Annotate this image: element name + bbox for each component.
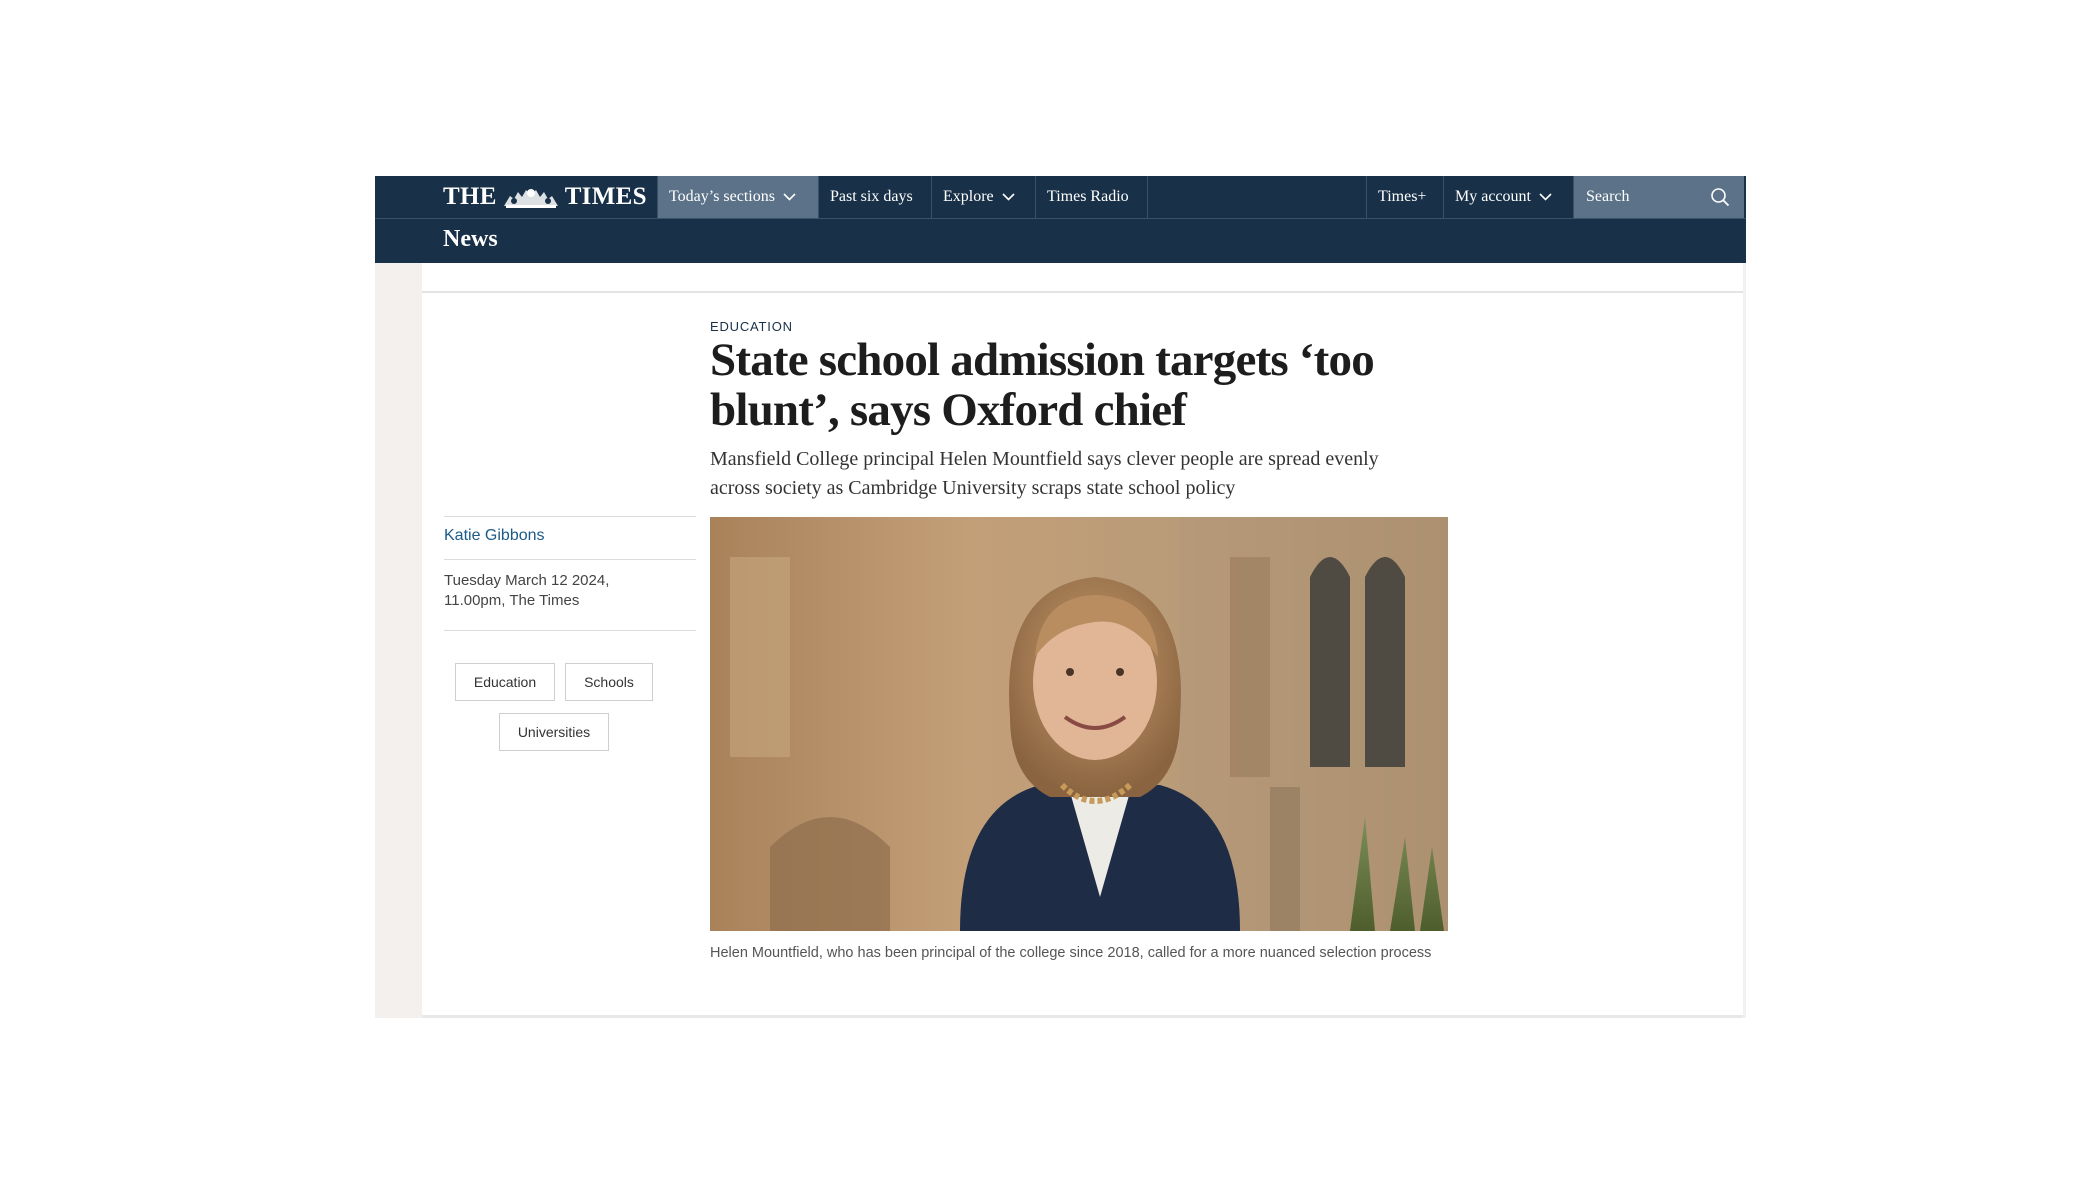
divider <box>444 630 696 631</box>
nav-explore[interactable]: Explore <box>932 176 1036 218</box>
search-icon[interactable] <box>1710 187 1730 207</box>
divider <box>444 559 696 560</box>
article-photo <box>710 517 1448 931</box>
logo-word-times: TIMES <box>564 183 647 210</box>
divider <box>444 516 696 517</box>
tag-schools[interactable]: Schools <box>565 663 653 701</box>
tag-schools-label: Schools <box>584 674 634 690</box>
tag-universities-label: Universities <box>517 724 591 740</box>
chevron-down-icon <box>1002 193 1015 201</box>
publish-date-line-2: 11.00pm, The Times <box>444 592 580 609</box>
nav-todays-sections-label: Today’s sections <box>669 188 775 205</box>
article-headline: State school admission targets ‘too blun… <box>710 334 1375 436</box>
photo-caption: Helen Mountfield, who has been principal… <box>710 945 1432 961</box>
divider <box>422 291 1743 293</box>
publish-date-line-1: Tuesday March 12 2024, <box>444 572 610 589</box>
article-kicker[interactable]: EDUCATION <box>710 319 793 334</box>
article-standfirst: Mansfield College principal Helen Mountf… <box>710 448 1379 499</box>
nav-my-account[interactable]: My account <box>1444 176 1574 218</box>
nav-todays-sections[interactable]: Today’s sections <box>657 176 819 218</box>
nav-explore-label: Explore <box>943 188 994 205</box>
top-navigation: THE TIMES Today’s sections Past six days… <box>375 176 1746 219</box>
publish-date: Tuesday March 12 2024, 11.00pm, The Time… <box>444 571 674 611</box>
search-input[interactable] <box>1586 188 1706 206</box>
article-content: EDUCATION State school admission targets… <box>422 263 1743 1018</box>
search-box <box>1574 176 1744 218</box>
logo-word-the: THE <box>443 183 497 210</box>
nav-past-six-days-label: Past six days <box>830 188 913 205</box>
browser-page: THE TIMES Today’s sections Past six days… <box>375 176 1746 1018</box>
chevron-down-icon <box>783 193 796 201</box>
author-link[interactable]: Katie Gibbons <box>444 527 545 545</box>
nav-times-plus[interactable]: Times+ <box>1366 176 1444 218</box>
nav-times-radio[interactable]: Times Radio <box>1036 176 1148 218</box>
royal-crest-icon <box>503 189 558 208</box>
nav-my-account-label: My account <box>1455 188 1531 205</box>
tag-education-label: Education <box>473 674 537 690</box>
nav-past-six-days[interactable]: Past six days <box>819 176 932 218</box>
nav-times-plus-label: Times+ <box>1378 188 1427 205</box>
the-times-logo[interactable]: THE TIMES <box>443 179 647 215</box>
section-title[interactable]: News <box>443 226 498 253</box>
nav-times-radio-label: Times Radio <box>1047 188 1129 205</box>
chevron-down-icon <box>1539 193 1552 201</box>
divider <box>422 1015 1743 1018</box>
section-bar: News <box>375 219 1746 263</box>
tag-education[interactable]: Education <box>455 663 555 701</box>
tag-universities[interactable]: Universities <box>499 713 609 751</box>
